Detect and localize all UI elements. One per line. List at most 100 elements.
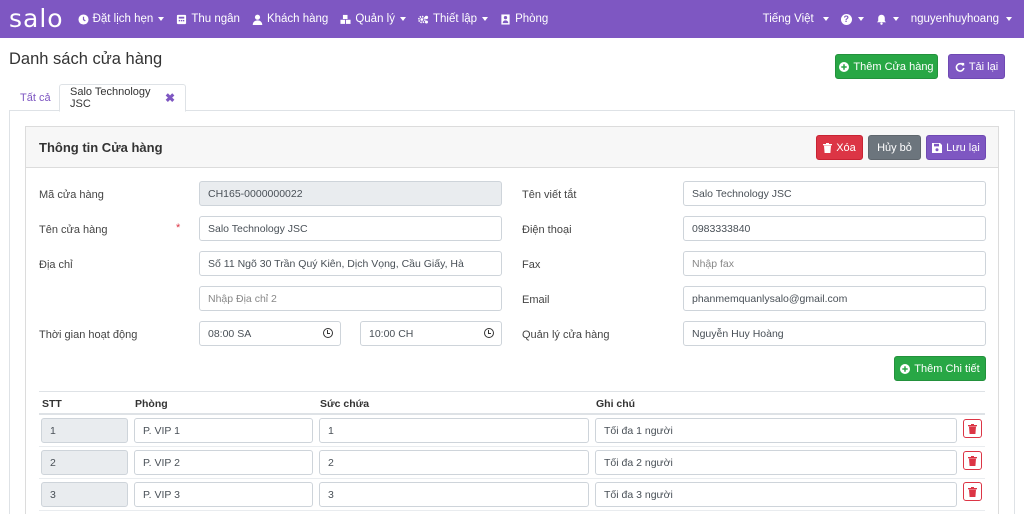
email-value: phanmemquanlysalo@gmail.com: [692, 292, 848, 305]
plus-circle-icon: [839, 61, 850, 72]
bell-icon: [876, 14, 887, 25]
store-code-field[interactable]: CH165-0000000022: [199, 181, 502, 206]
address-value: Số 11 Ngõ 30 Trần Quý Kiên, Dịch Vọng, C…: [208, 257, 464, 270]
cancel-button[interactable]: Hủy bỏ: [868, 135, 921, 160]
nav-cashier[interactable]: Thu ngân: [176, 13, 240, 25]
delete-row-button[interactable]: [963, 451, 982, 470]
trash-icon: [968, 423, 977, 434]
phone-label: Điện thoại: [522, 224, 572, 236]
nav-customers-label: Khách hàng: [266, 13, 329, 25]
tab-all[interactable]: Tất cả: [10, 84, 61, 111]
row-note-field[interactable]: Tối đa 3 người: [595, 482, 957, 507]
open-time-field[interactable]: 08:00 SA: [199, 321, 341, 346]
short-name-value: Salo Technology JSC: [692, 187, 792, 200]
close-time-value: 10:00 CH: [369, 327, 414, 340]
nav-customers[interactable]: Khách hàng: [252, 13, 328, 25]
address-field[interactable]: Số 11 Ngõ 30 Trần Quý Kiên, Dịch Vọng, C…: [199, 251, 502, 276]
tab-salo-label: Salo Technology JSC: [70, 86, 151, 110]
row-divider: [39, 478, 985, 479]
store-name-field[interactable]: Salo Technology JSC: [199, 216, 502, 241]
language-selector[interactable]: Tiếng Việt: [763, 13, 829, 25]
email-field[interactable]: phanmemquanlysalo@gmail.com: [683, 286, 986, 311]
store-code-label: Mã cửa hàng: [39, 189, 104, 201]
manager-field[interactable]: Nguyễn Huy Hoàng: [683, 321, 986, 346]
chevron-down-icon: [892, 17, 899, 21]
row-capacity-field[interactable]: 3: [319, 482, 589, 507]
row-note-field[interactable]: Tối đa 2 người: [595, 450, 957, 475]
person-icon: [500, 13, 511, 25]
nav-management[interactable]: Quản lý: [340, 13, 406, 25]
clock-icon: [78, 13, 89, 25]
phone-field[interactable]: 0983333840: [683, 216, 986, 241]
save-label: Lưu lại: [946, 141, 980, 154]
required-mark: *: [176, 222, 181, 234]
fax-field[interactable]: Nhập fax: [683, 251, 986, 276]
fax-placeholder: Nhập fax: [692, 257, 735, 270]
nav-appointments-label: Đặt lịch hẹn: [92, 13, 154, 25]
close-time-field[interactable]: 10:00 CH: [360, 321, 502, 346]
row-capacity-field[interactable]: 2: [319, 450, 589, 475]
row-divider: [39, 510, 985, 511]
delete-row-button[interactable]: [963, 419, 982, 438]
delete-label: Xóa: [836, 141, 856, 154]
row-stt-field: 1: [41, 418, 128, 443]
help-icon: ?: [840, 13, 852, 25]
col-header-capacity: Sức chứa: [320, 398, 370, 410]
chevron-down-icon: [399, 17, 406, 21]
row-stt-value: 2: [50, 456, 56, 469]
cogs-icon: [417, 14, 429, 25]
short-name-label: Tên viết tắt: [522, 189, 577, 201]
salo-logo[interactable]: salo: [9, 0, 64, 38]
nav-settings[interactable]: Thiết lập: [417, 13, 489, 25]
row-room-field[interactable]: P. VIP 2: [134, 450, 313, 475]
nav-rooms-label: Phòng: [515, 13, 549, 25]
user-menu[interactable]: nguyenhuyhoang: [911, 13, 1012, 25]
address2-placeholder: Nhập Địa chỉ 2: [208, 292, 277, 305]
email-label: Email: [522, 294, 550, 306]
row-note-field[interactable]: Tối đa 1 người: [595, 418, 957, 443]
row-capacity-value: 3: [328, 488, 334, 501]
col-header-room: Phòng: [135, 398, 168, 410]
row-capacity-field[interactable]: 1: [319, 418, 589, 443]
chevron-down-icon: [158, 17, 165, 21]
reload-label: Tải lại: [968, 60, 999, 73]
help-menu[interactable]: ?: [840, 13, 864, 25]
save-button[interactable]: Lưu lại: [926, 135, 986, 160]
short-name-field[interactable]: Salo Technology JSC: [683, 181, 986, 206]
trash-icon: [968, 486, 977, 497]
address2-field[interactable]: Nhập Địa chỉ 2: [199, 286, 502, 311]
chevron-down-icon: [822, 17, 829, 21]
table-header-divider: [39, 413, 985, 415]
row-divider: [39, 446, 985, 447]
manager-value: Nguyễn Huy Hoàng: [692, 327, 784, 340]
delete-button[interactable]: Xóa: [816, 135, 863, 160]
chevron-down-icon: [482, 17, 489, 21]
clock-icon[interactable]: [484, 328, 494, 338]
reload-button[interactable]: Tải lại: [948, 54, 1005, 79]
cancel-label: Hủy bỏ: [877, 141, 912, 154]
add-store-button[interactable]: Thêm Cửa hàng: [835, 54, 938, 79]
close-icon[interactable]: ✖: [165, 91, 175, 105]
row-room-field[interactable]: P. VIP 1: [134, 418, 313, 443]
row-stt-value: 1: [50, 424, 56, 437]
row-room-value: P. VIP 1: [143, 424, 180, 437]
language-label: Tiếng Việt: [762, 13, 814, 25]
row-stt-field: 2: [41, 450, 128, 475]
chevron-down-icon: [1006, 17, 1012, 21]
store-code-value: CH165-0000000022: [208, 187, 303, 200]
row-room-field[interactable]: P. VIP 3: [134, 482, 313, 507]
hours-label: Thời gian hoạt động: [39, 329, 138, 341]
save-icon: [932, 142, 943, 153]
add-detail-button[interactable]: Thêm Chi tiết: [894, 356, 986, 381]
notifications-menu[interactable]: [876, 14, 899, 25]
col-header-note: Ghi chú: [596, 398, 636, 410]
row-stt-field: 3: [41, 482, 128, 507]
manager-label: Quản lý cửa hàng: [522, 329, 610, 341]
clock-icon[interactable]: [323, 328, 333, 338]
nav-rooms[interactable]: Phòng: [500, 13, 548, 25]
nav-appointments[interactable]: Đặt lịch hẹn: [78, 13, 165, 25]
row-note-value: Tối đa 3 người: [604, 488, 673, 501]
top-navbar: salo Đặt lịch hẹn Thu ngân Khách hàng Qu…: [0, 0, 1024, 38]
delete-row-button[interactable]: [963, 482, 982, 501]
tab-salo-technology[interactable]: Salo Technology JSC ✖: [59, 84, 186, 112]
